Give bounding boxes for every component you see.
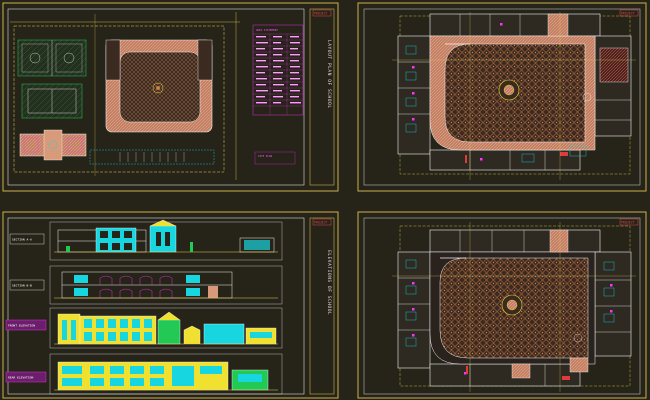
area-statement-table: AREA STATEMENT xyxy=(252,24,304,116)
sheet-title: ELEVATIONS OF SCHOOL xyxy=(326,250,332,315)
project-stamp-text: PROJECT xyxy=(621,221,635,225)
site-plan-sheet[interactable]: PROJECT LAYOUT PLAN OF SCHOOL AREA STATE… xyxy=(2,2,339,192)
ground-floor-plan xyxy=(392,12,636,180)
ground-floor-sheet[interactable]: PROJECT xyxy=(357,2,647,192)
entrance-block xyxy=(19,129,87,161)
front-elevation-label: FRONT ELEVATION xyxy=(8,324,35,328)
section-aa-drawing xyxy=(49,219,283,261)
project-stamp-text: PROJECT xyxy=(314,12,328,16)
section-aa-tag: SECTION A-A xyxy=(9,233,45,245)
elevations-sheet[interactable]: PROJECT ELEVATIONS OF SCHOOL SECTION A-A… xyxy=(2,211,339,399)
sports-courts xyxy=(17,39,87,119)
note-box xyxy=(254,151,296,165)
section-bb-tag: SECTION B-B xyxy=(9,279,45,291)
section-bb-drawing xyxy=(49,265,283,305)
section-bb-label: SECTION B-B xyxy=(12,284,32,288)
parking-bays xyxy=(119,152,185,162)
rear-elevation-tag: REAR ELEVATION xyxy=(5,371,47,383)
sheet-title: LAYOUT PLAN OF SCHOOL xyxy=(326,40,332,109)
area-statement-title: AREA STATEMENT xyxy=(256,28,278,32)
project-stamp-text: PROJECT xyxy=(621,12,635,16)
site-plan-note: SITE PLAN xyxy=(258,154,272,158)
rear-elevation-label: REAR ELEVATION xyxy=(8,376,33,380)
first-floor-plan xyxy=(392,222,636,392)
rear-elevation-drawing xyxy=(49,353,283,395)
front-elevation-drawing xyxy=(49,307,283,349)
first-floor-sheet[interactable]: PROJECT xyxy=(357,211,647,399)
project-stamp-text: PROJECT xyxy=(314,221,328,225)
section-aa-label: SECTION A-A xyxy=(12,238,32,242)
front-elevation-tag: FRONT ELEVATION xyxy=(5,319,47,331)
school-building-plan xyxy=(105,39,213,133)
cad-drawing-canvas: PROJECT LAYOUT PLAN OF SCHOOL AREA STATE… xyxy=(2,2,647,399)
